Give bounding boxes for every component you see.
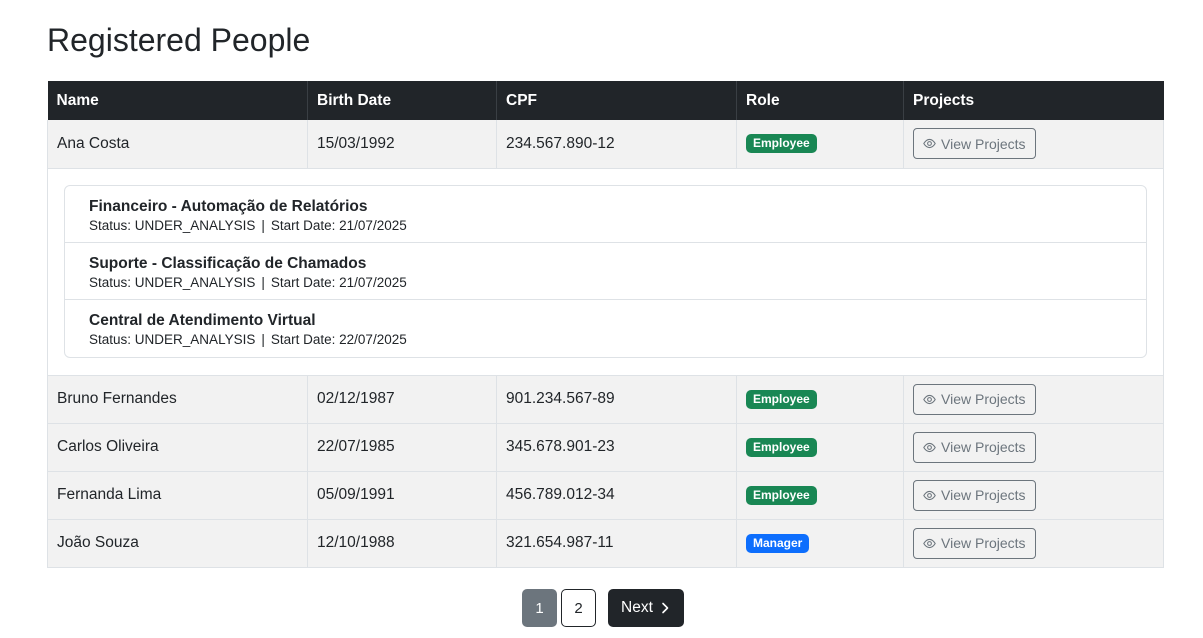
project-meta: Status: UNDER_ANALYSIS | Start Date: 21/07… [89, 217, 1122, 235]
eye-icon [923, 490, 936, 500]
project-status: UNDER_ANALYSIS [134, 217, 256, 233]
column-header-role: Role [736, 81, 904, 120]
view-projects-button[interactable]: View Projects [913, 431, 1036, 463]
table-row: João Souza 12/10/1988 321.654.987-11 Man… [47, 519, 1164, 568]
person-birth-date: 12/10/1988 [307, 519, 497, 568]
start-date-label: Start Date: [270, 274, 336, 290]
person-cpf: 456.789.012-34 [496, 471, 737, 520]
project-start-date: 21/07/2025 [339, 217, 407, 233]
projects-detail-row: Financeiro - Automação de Relatórios Sta… [47, 168, 1164, 376]
project-name: Central de Atendimento Virtual [89, 311, 316, 329]
project-name: Suporte - Classificação de Chamados [89, 254, 367, 272]
column-header-cpf: CPF [496, 81, 737, 120]
person-birth-date: 05/09/1991 [307, 471, 497, 520]
meta-separator: | [261, 274, 265, 290]
view-projects-button[interactable]: View Projects [913, 479, 1036, 511]
list-item: Financeiro - Automação de Relatórios Sta… [65, 186, 1146, 243]
role-badge: Employee [746, 134, 817, 154]
column-header-name: Name [47, 81, 308, 120]
person-birth-date: 22/07/1985 [307, 423, 497, 472]
role-badge: Manager [746, 533, 810, 553]
eye-icon [923, 139, 936, 149]
eye-icon [923, 394, 936, 404]
person-name: Fernanda Lima [47, 471, 308, 520]
role-badge: Employee [746, 437, 817, 457]
view-projects-button[interactable]: View Projects [913, 128, 1036, 160]
view-projects-label: View Projects [941, 439, 1026, 455]
status-label: Status: [89, 217, 132, 233]
page-button-2[interactable]: 2 [561, 589, 596, 627]
person-birth-date: 02/12/1987 [307, 375, 497, 424]
project-status: UNDER_ANALYSIS [134, 331, 256, 347]
table-row: Fernanda Lima 05/09/1991 456.789.012-34 … [47, 471, 1164, 520]
table-row: Bruno Fernandes 02/12/1987 901.234.567-8… [47, 375, 1164, 424]
start-date-label: Start Date: [270, 217, 336, 233]
pagination: 1 2 Next [522, 589, 684, 627]
table-row: Carlos Oliveira 22/07/1985 345.678.901-2… [47, 423, 1164, 472]
view-projects-label: View Projects [941, 487, 1026, 503]
view-projects-label: View Projects [941, 535, 1026, 551]
status-label: Status: [89, 331, 132, 347]
view-projects-button[interactable]: View Projects [913, 383, 1036, 415]
person-cpf: 321.654.987-11 [496, 519, 737, 568]
person-cpf: 234.567.890-12 [496, 120, 737, 169]
column-header-projects: Projects [903, 81, 1164, 120]
person-name: Ana Costa [47, 120, 308, 169]
project-list: Financeiro - Automação de Relatórios Sta… [64, 184, 1147, 358]
list-item: Suporte - Classificação de Chamados Stat… [65, 243, 1146, 300]
status-label: Status: [89, 274, 132, 290]
chevron-right-icon [662, 602, 669, 614]
project-start-date: 21/07/2025 [339, 274, 407, 290]
start-date-label: Start Date: [270, 331, 336, 347]
eye-icon [923, 538, 936, 548]
table-row: Ana Costa 15/03/1992 234.567.890-12 Empl… [47, 120, 1164, 169]
person-name: Bruno Fernandes [47, 375, 308, 424]
view-projects-label: View Projects [941, 135, 1026, 152]
person-cpf: 345.678.901-23 [496, 423, 737, 472]
role-badge: Employee [746, 389, 817, 409]
project-start-date: 22/07/2025 [339, 331, 407, 347]
column-header-birth-date: Birth Date [307, 81, 497, 120]
list-item: Central de Atendimento Virtual Status: U… [65, 300, 1146, 357]
meta-separator: | [261, 331, 265, 347]
next-label: Next [621, 599, 653, 616]
eye-icon [923, 442, 936, 452]
view-projects-label: View Projects [941, 391, 1026, 407]
person-birth-date: 15/03/1992 [307, 120, 497, 169]
next-page-button[interactable]: Next [608, 589, 684, 627]
people-table: Name Birth Date CPF Role Projects Ana Co… [47, 81, 1164, 568]
person-cpf: 901.234.567-89 [496, 375, 737, 424]
role-badge: Employee [746, 485, 817, 505]
project-status: UNDER_ANALYSIS [134, 274, 256, 290]
table-header-row: Name Birth Date CPF Role Projects [47, 81, 1164, 120]
view-projects-button[interactable]: View Projects [913, 527, 1036, 559]
project-meta: Status: UNDER_ANALYSIS | Start Date: 21/07… [89, 274, 1122, 292]
person-name: Carlos Oliveira [47, 423, 308, 472]
page-button-1[interactable]: 1 [522, 589, 557, 627]
project-meta: Status: UNDER_ANALYSIS | Start Date: 22/07… [89, 331, 1122, 349]
page-title: Registered People [47, 22, 311, 58]
meta-separator: | [261, 217, 265, 233]
project-name: Financeiro - Automação de Relatórios [89, 197, 368, 215]
person-name: João Souza [47, 519, 308, 568]
